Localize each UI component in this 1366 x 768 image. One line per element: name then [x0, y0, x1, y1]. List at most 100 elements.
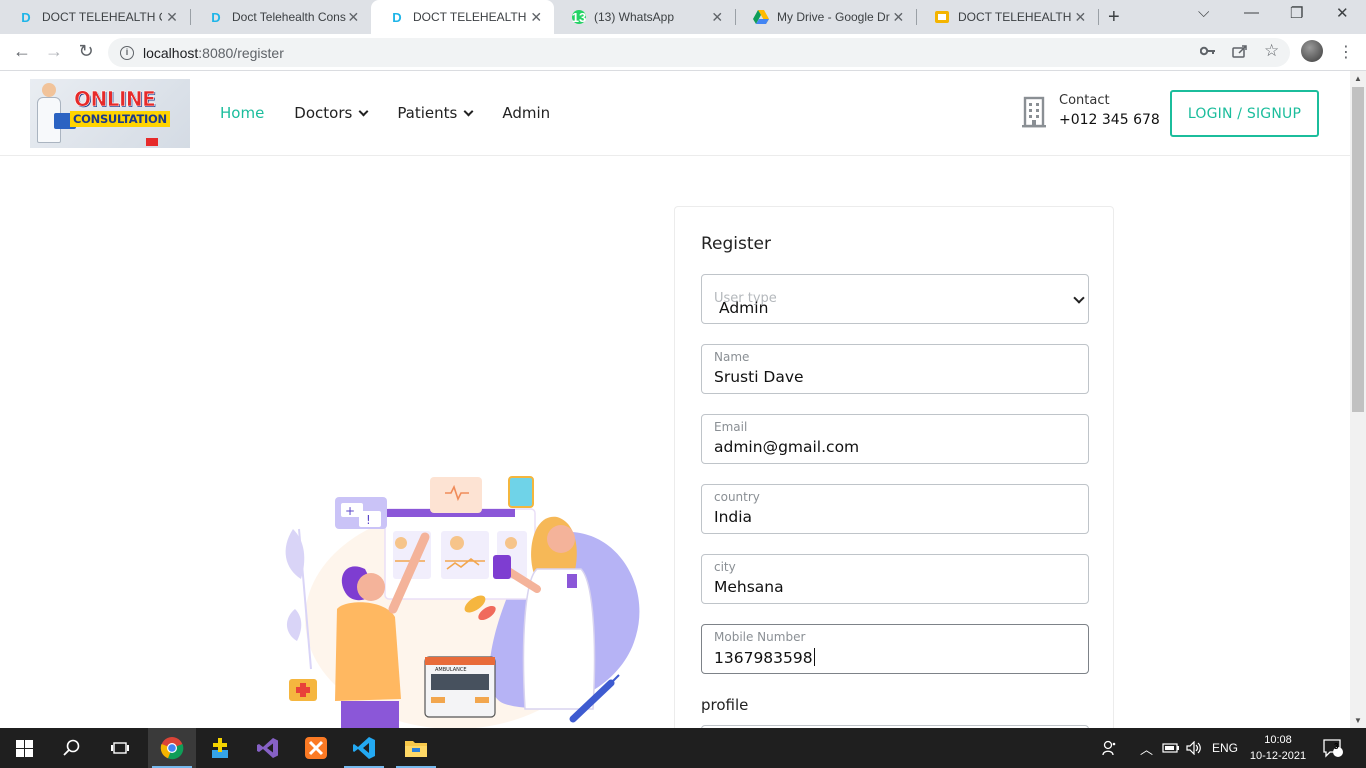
- url-path: :8080/register: [198, 44, 284, 61]
- contact-label: Contact: [1059, 93, 1110, 108]
- tab-title: Doct Telehealth Consu: [232, 10, 346, 24]
- battery-icon[interactable]: [1162, 728, 1180, 768]
- scrollbar-thumb[interactable]: [1352, 87, 1364, 412]
- browser-tab[interactable]: D Doct Telehealth Consu ✕: [190, 0, 371, 34]
- windows-taskbar: ︿ ENG 10:08 10-12-2021 3: [0, 728, 1366, 768]
- logo-red-mark: [146, 138, 158, 146]
- windows-start-icon[interactable]: [0, 728, 48, 768]
- tab-title: DOCT TELEHEALTH CC: [42, 10, 162, 24]
- close-tab-icon[interactable]: ✕: [529, 9, 544, 26]
- task-view-icon[interactable]: [96, 728, 144, 768]
- building-icon: [1020, 96, 1048, 128]
- contact-phone[interactable]: +012 345 678: [1059, 112, 1160, 128]
- close-tab-icon[interactable]: ✕: [710, 9, 725, 26]
- xampp-taskbar-icon[interactable]: [292, 728, 340, 768]
- telehealth-illustration: + ! AMBULANCE: [275, 469, 655, 728]
- main-nav: Home Doctors Patients Admin: [220, 104, 580, 122]
- app-plus-taskbar-icon[interactable]: [196, 728, 244, 768]
- nav-home[interactable]: Home: [220, 104, 264, 122]
- city-label: city: [714, 560, 736, 574]
- browser-tab[interactable]: 13 (13) WhatsApp ✕: [554, 0, 735, 34]
- visual-studio-taskbar-icon[interactable]: [244, 728, 292, 768]
- reload-icon[interactable]: ↻: [74, 41, 98, 62]
- browser-tab-strip: D DOCT TELEHEALTH CC ✕ D Doct Telehealth…: [0, 0, 1366, 34]
- svg-text:+: +: [345, 504, 355, 518]
- nav-doctors-label: Doctors: [294, 104, 353, 122]
- minimize-icon[interactable]: —: [1244, 4, 1259, 21]
- country-label: country: [714, 490, 760, 504]
- browser-tab[interactable]: DOCT TELEHEALTH CC ✕: [916, 0, 1098, 34]
- clock-time: 10:08: [1264, 734, 1292, 746]
- mobile-number-field[interactable]: Mobile Number 1367983598: [701, 624, 1089, 674]
- vscode-taskbar-icon[interactable]: [340, 728, 388, 768]
- logo-line-1: ONLINE: [74, 87, 156, 112]
- close-tab-icon[interactable]: ✕: [891, 9, 906, 26]
- system-clock[interactable]: 10:08 10-12-2021: [1248, 732, 1308, 764]
- mobile-label: Mobile Number: [714, 630, 806, 644]
- browser-tab[interactable]: D DOCT TELEHEALTH CC ✕: [0, 0, 190, 34]
- scroll-up-arrow-icon[interactable]: ▲: [1354, 74, 1362, 83]
- close-tab-icon[interactable]: ✕: [346, 9, 361, 26]
- clock-date: 10-12-2021: [1249, 750, 1307, 762]
- text-caret: [813, 648, 815, 666]
- close-tab-icon[interactable]: ✕: [1073, 9, 1088, 26]
- people-icon[interactable]: [1102, 728, 1118, 768]
- back-arrow-icon[interactable]: ←: [10, 41, 34, 62]
- name-field[interactable]: Name Srusti Dave: [701, 344, 1089, 394]
- mobile-value-wrap: 1367983598: [714, 648, 815, 667]
- key-icon[interactable]: [1199, 44, 1216, 61]
- login-signup-button[interactable]: LOGIN / SIGNUP: [1170, 90, 1319, 137]
- city-field[interactable]: city Mehsana: [701, 554, 1089, 604]
- forward-arrow-icon[interactable]: →: [42, 41, 66, 62]
- d-logo-icon: D: [21, 9, 31, 25]
- tray-chevron-up-icon[interactable]: ︿: [1140, 728, 1153, 768]
- nav-doctors[interactable]: Doctors: [294, 104, 369, 122]
- more-menu-icon[interactable]: ⋮: [1338, 42, 1354, 62]
- browser-tab[interactable]: My Drive - Google Dr ✕: [735, 0, 916, 34]
- site-info-icon[interactable]: i: [120, 45, 134, 60]
- ambulance-label: AMBULANCE: [435, 667, 467, 673]
- site-logo[interactable]: ONLINE CONSULTATION: [30, 79, 190, 148]
- nav-admin[interactable]: Admin: [502, 104, 550, 122]
- register-card: Register User type Admin Name Srusti Dav…: [674, 206, 1114, 728]
- city-value: Mehsana: [714, 578, 784, 596]
- nav-patients[interactable]: Patients: [397, 104, 474, 122]
- volume-icon[interactable]: [1186, 728, 1202, 768]
- address-bar[interactable]: i localhost:8080/register: [108, 38, 1290, 67]
- browser-tab-active[interactable]: D DOCT TELEHEALTH CC ✕: [371, 0, 554, 34]
- share-icon[interactable]: [1232, 44, 1248, 62]
- email-field[interactable]: Email admin@gmail.com: [701, 414, 1089, 464]
- tab-separator: [1098, 9, 1099, 25]
- user-type-value: Admin: [719, 299, 769, 317]
- bookmark-star-icon[interactable]: ☆: [1264, 41, 1279, 61]
- google-drive-icon: [753, 9, 769, 25]
- profile-avatar[interactable]: [1301, 40, 1323, 62]
- google-slides-icon: [934, 9, 950, 25]
- language-indicator[interactable]: ENG: [1212, 728, 1238, 768]
- file-explorer-taskbar-icon[interactable]: [392, 728, 440, 768]
- profile-label: profile: [701, 696, 749, 714]
- close-tab-icon[interactable]: ✕: [164, 9, 180, 26]
- tab-title: DOCT TELEHEALTH CC: [413, 10, 529, 24]
- notifications-icon[interactable]: 3: [1322, 728, 1344, 768]
- restore-icon[interactable]: ❐: [1290, 4, 1303, 22]
- email-value: admin@gmail.com: [714, 438, 860, 456]
- notification-count: 3: [1334, 742, 1339, 751]
- page-scrollbar[interactable]: ▲ ▼: [1350, 71, 1366, 728]
- chrome-taskbar-icon[interactable]: [148, 728, 196, 768]
- scroll-down-arrow-icon[interactable]: ▼: [1354, 716, 1362, 725]
- name-label: Name: [714, 350, 750, 364]
- nav-home-label: Home: [220, 104, 265, 122]
- svg-text:!: !: [366, 513, 371, 527]
- tab-search-chevron-icon[interactable]: ⌵: [1198, 4, 1209, 21]
- nav-patients-label: Patients: [397, 104, 458, 122]
- chevron-down-icon: [358, 106, 369, 116]
- country-field[interactable]: country India: [701, 484, 1089, 534]
- contact-block: Contact +012 345 678: [1020, 93, 1160, 128]
- user-type-select[interactable]: User type Admin: [701, 274, 1089, 324]
- d-logo-icon: D: [392, 9, 402, 25]
- tab-title: My Drive - Google Dr: [777, 10, 890, 24]
- close-window-icon[interactable]: ✕: [1336, 4, 1349, 22]
- search-icon[interactable]: [48, 728, 96, 768]
- new-tab-plus-icon[interactable]: +: [1108, 6, 1120, 29]
